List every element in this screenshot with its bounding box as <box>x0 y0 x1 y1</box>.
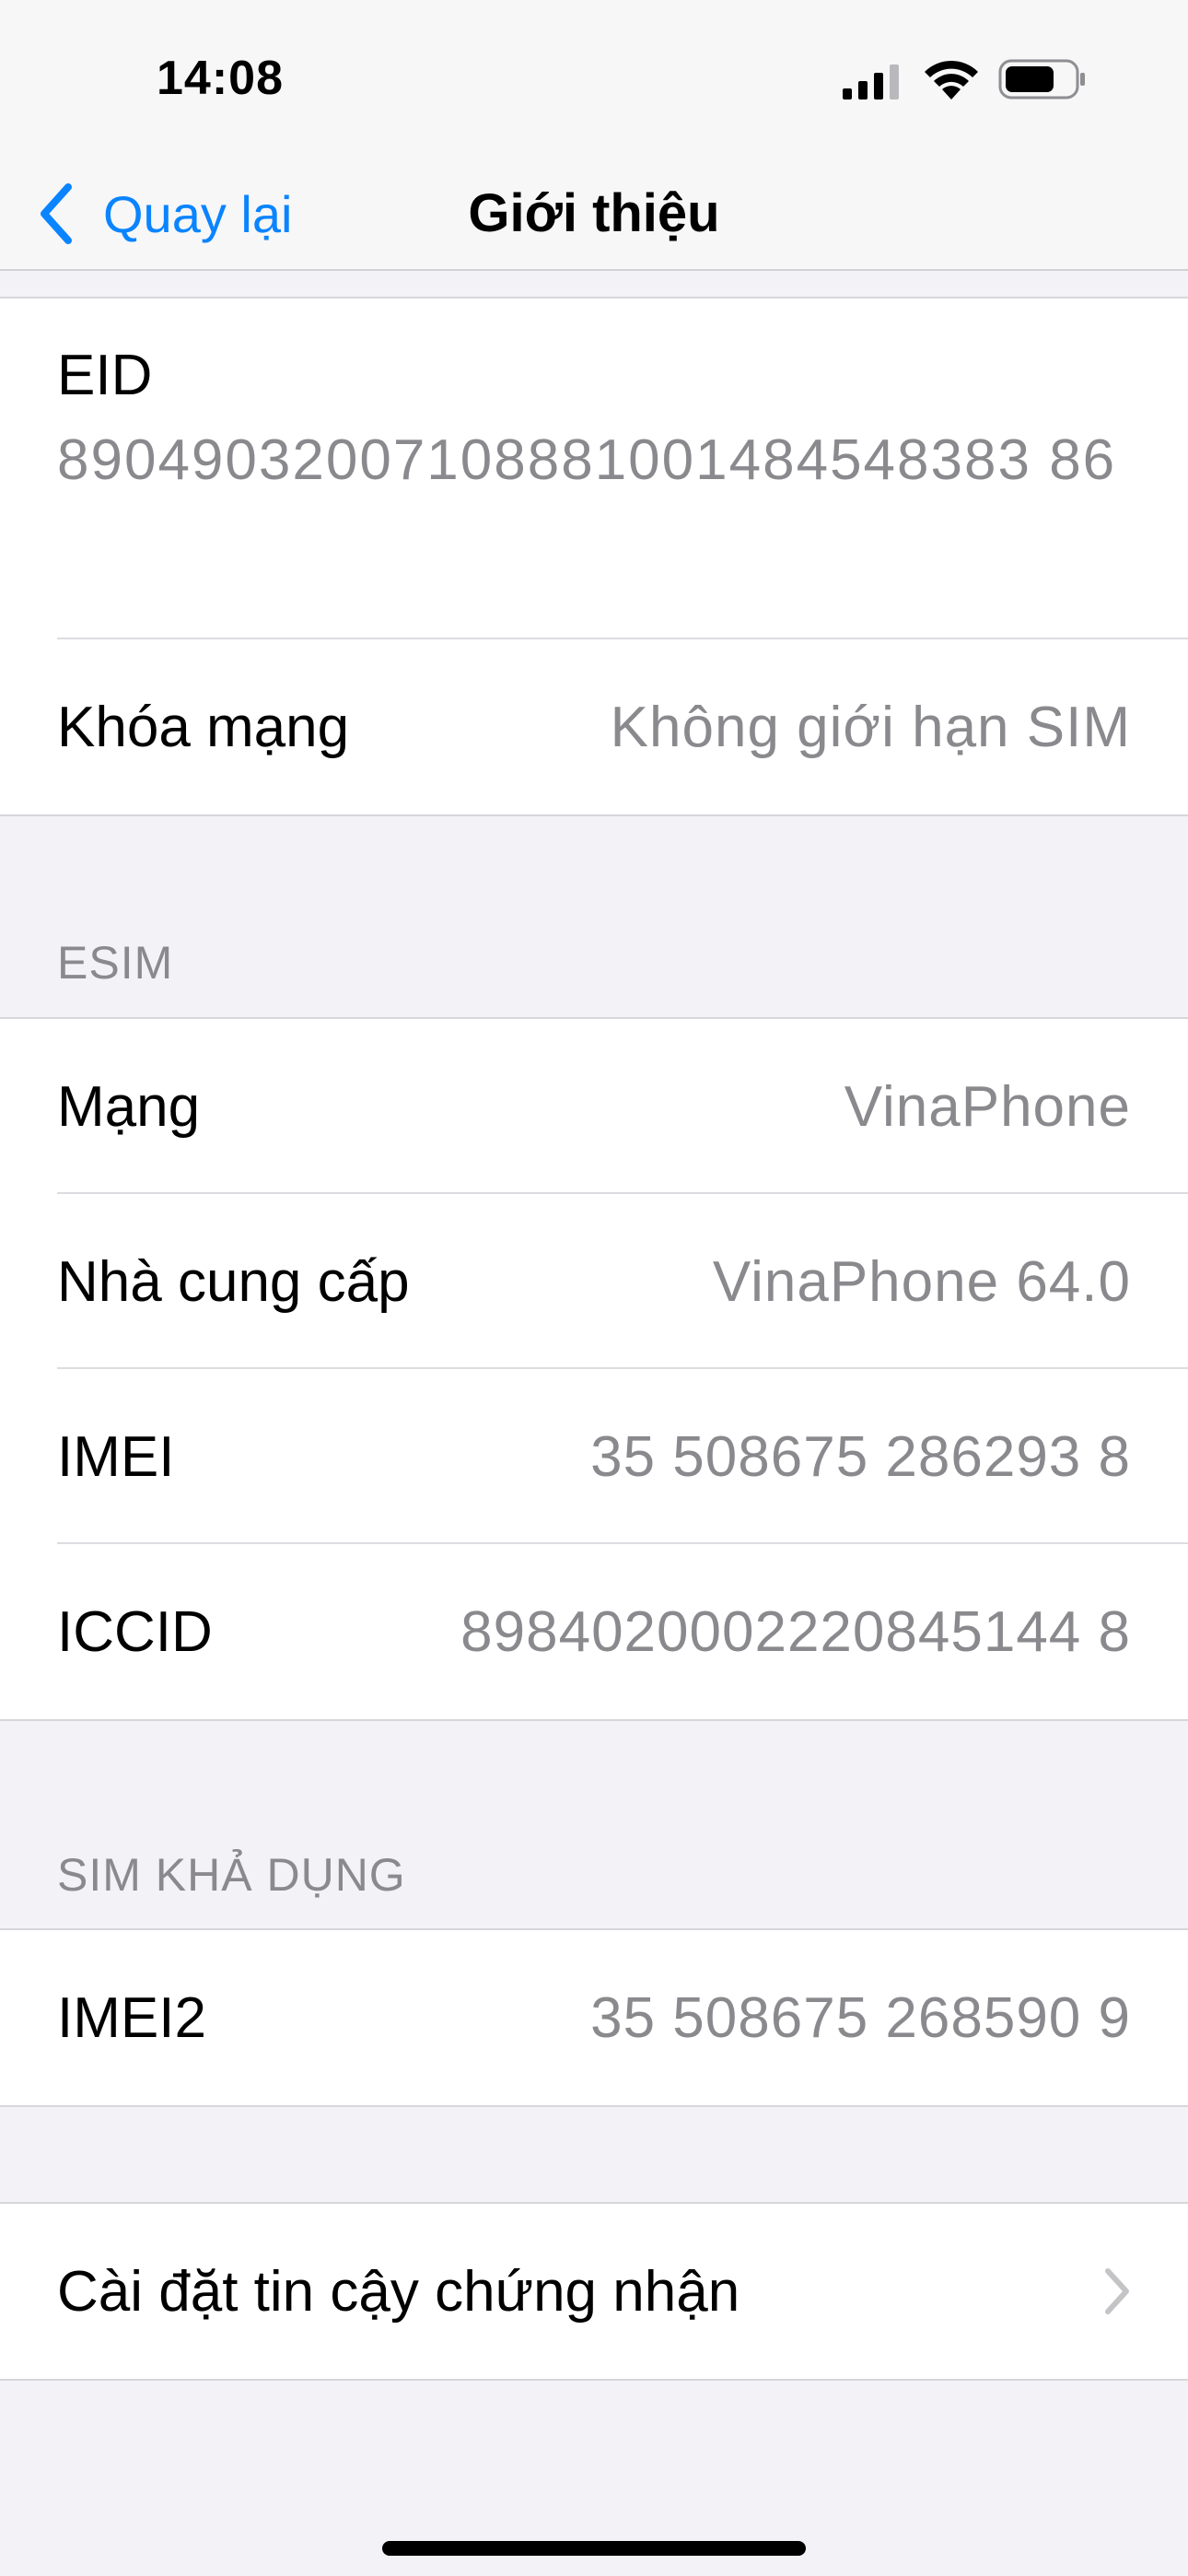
row-label: Mạng <box>57 1074 201 1139</box>
row-value: VinaPhone 64.0 <box>712 1249 1131 1314</box>
row-label: Nhà cung cấp <box>57 1249 410 1314</box>
row-label: ICCID <box>57 1599 213 1664</box>
imei-row[interactable]: IMEI 35 508675 286293 8 <box>0 1369 1188 1544</box>
row-value: 35 508675 286293 8 <box>590 1424 1131 1489</box>
navigation-bar: Quay lại Giới thiệu <box>0 157 1188 271</box>
eid-row[interactable]: EID 89049032007108881001484548383 86 <box>0 299 1188 639</box>
network-lock-label: Khóa mạng <box>57 695 350 759</box>
imei2-row[interactable]: IMEI2 35 508675 268590 9 <box>0 1930 1188 2105</box>
certificate-trust-settings-row[interactable]: Cài đặt tin cậy chứng nhận <box>0 2204 1188 2379</box>
network-lock-value: Không giới hạn SIM <box>610 695 1131 759</box>
esim-section-header: ESIM <box>57 937 174 989</box>
row-label: IMEI2 <box>57 1985 206 2050</box>
eid-value: 89049032007108881001484548383 86 <box>57 428 1117 492</box>
row-label: IMEI <box>57 1424 175 1489</box>
certificate-group: Cài đặt tin cậy chứng nhận <box>0 2202 1188 2381</box>
iccid-row[interactable]: ICCID 8984020002220845144 8 <box>0 1544 1188 1719</box>
page-title: Giới thiệu <box>468 183 720 243</box>
row-value: 8984020002220845144 8 <box>460 1599 1131 1664</box>
carrier-network-row: Mạng VinaPhone <box>0 1019 1188 1194</box>
row-value: VinaPhone <box>844 1074 1131 1139</box>
signal-icon <box>843 64 899 100</box>
wifi-icon <box>925 60 978 100</box>
carrier-provider-row: Nhà cung cấp VinaPhone 64.0 <box>0 1194 1188 1369</box>
home-indicator[interactable] <box>382 2541 806 2556</box>
certificate-trust-label: Cài đặt tin cậy chứng nhận <box>57 2259 740 2324</box>
sim-section-header: SIM KHẢ DỤNG <box>57 1849 406 1901</box>
sim-group: IMEI2 35 508675 268590 9 <box>0 1928 1188 2107</box>
network-lock-row: Khóa mạng Không giới hạn SIM <box>0 639 1188 814</box>
battery-icon <box>998 59 1085 100</box>
eid-label: EID <box>57 344 153 407</box>
device-info-group: EID 89049032007108881001484548383 86 Khó… <box>0 297 1188 816</box>
esim-group: Mạng VinaPhone Nhà cung cấp VinaPhone 64… <box>0 1017 1188 1721</box>
chevron-right-icon <box>1105 2268 1129 2314</box>
status-time: 14:08 <box>157 52 284 105</box>
row-value: 35 508675 268590 9 <box>590 1985 1131 2050</box>
status-bar: 14:08 <box>0 0 1188 157</box>
